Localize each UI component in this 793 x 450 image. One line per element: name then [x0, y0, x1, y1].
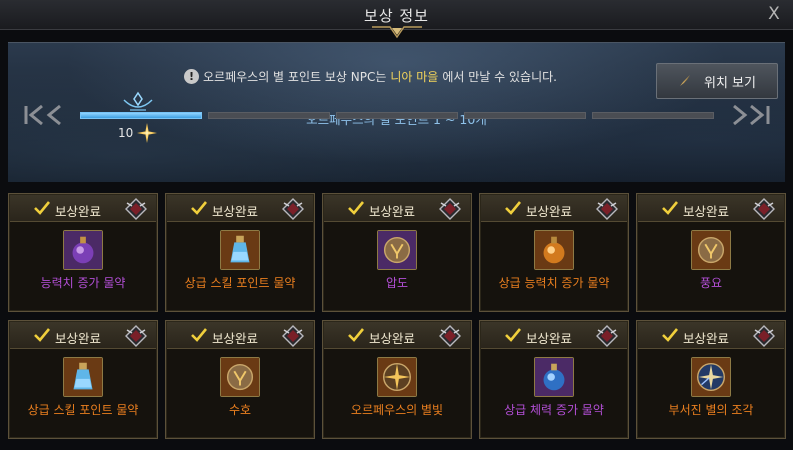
reward-card-header: 보상완료 — [481, 195, 627, 222]
rank-emblem-icon — [753, 198, 775, 220]
check-icon — [191, 328, 207, 342]
reward-card[interactable]: 보상완료 풍요 — [636, 193, 786, 312]
blue-potion-icon — [534, 357, 574, 397]
reward-card-header: 보상완료 — [167, 322, 313, 349]
blue-flask-icon — [220, 230, 260, 270]
reward-card[interactable]: 보상완료 압도 — [322, 193, 472, 312]
reward-card-header: 보상완료 — [638, 322, 784, 349]
reward-card-header: 보상완료 — [638, 195, 784, 222]
notice-text-suffix: 에서 만날 수 있습니다. — [442, 69, 557, 84]
progress-count: 10 — [118, 123, 158, 143]
reward-item-name: 압도 — [385, 276, 409, 290]
check-icon — [34, 328, 50, 342]
reward-item-name: 상급 체력 증가 물약 — [504, 403, 604, 417]
progress-segment — [208, 112, 330, 119]
reward-item-name: 능력치 증가 물약 — [40, 276, 126, 290]
progress-segment — [592, 112, 714, 119]
reward-card[interactable]: 보상완료 상급 스킬 포인트 물약 — [165, 193, 315, 312]
reward-card[interactable]: 보상완료 능력치 증가 물약 — [8, 193, 158, 312]
check-icon — [505, 201, 521, 215]
reward-status: 보상완료 — [683, 204, 730, 219]
reward-card[interactable]: 보상완료 오르페우스의 별빛 — [322, 320, 472, 439]
reward-card[interactable]: 보상완료 상급 스킬 포인트 물약 — [8, 320, 158, 439]
check-icon — [191, 201, 207, 215]
reward-status: 보상완료 — [212, 331, 259, 346]
broken-star-icon — [691, 357, 731, 397]
reward-status: 보상완료 — [369, 331, 416, 346]
check-icon — [34, 201, 50, 215]
reward-status: 보상완료 — [212, 204, 259, 219]
reward-card[interactable]: 보상완료 부서진 별의 조각 — [636, 320, 786, 439]
reward-status: 보상완료 — [526, 204, 573, 219]
blue-flask-icon — [63, 357, 103, 397]
info-icon: ! — [184, 68, 199, 84]
reward-card[interactable]: 보상완료 상급 능력치 증가 물약 — [479, 193, 629, 312]
rank-emblem-icon — [439, 198, 461, 220]
notice-text-prefix: 오르페우스의 별 포인트 보상 NPC는 — [203, 69, 387, 84]
rank-emblem-icon — [596, 325, 618, 347]
notice-location-highlight: 니아 마을 — [390, 69, 439, 84]
check-icon — [348, 328, 364, 342]
compass-icon — [680, 75, 690, 86]
rank-emblem-icon — [125, 325, 147, 347]
reward-card-header: 보상완료 — [481, 322, 627, 349]
rank-emblem-icon — [439, 325, 461, 347]
view-location-button[interactable]: 위치 보기 — [656, 63, 778, 99]
rank-emblem-icon — [753, 325, 775, 347]
reward-item-name: 상급 스킬 포인트 물약 — [184, 276, 296, 290]
first-page-icon[interactable] — [22, 100, 68, 130]
reward-status: 보상완료 — [55, 204, 102, 219]
last-page-icon[interactable] — [726, 100, 772, 130]
reward-status: 보상완료 — [683, 331, 730, 346]
star-emblem-icon — [377, 357, 417, 397]
reward-card[interactable]: 보상완료 상급 체력 증가 물약 — [479, 320, 629, 439]
reward-item-name: 수호 — [228, 403, 252, 417]
rank-emblem-icon — [125, 198, 147, 220]
reward-item-name: 풍요 — [699, 276, 723, 290]
close-button[interactable]: X — [765, 4, 783, 24]
rune-icon — [220, 357, 260, 397]
window-title: 보상 정보 — [364, 7, 429, 25]
reward-item-name: 상급 스킬 포인트 물약 — [27, 403, 139, 417]
npc-notice: ! 오르페우스의 별 포인트 보상 NPC는 니아 마을 에서 만날 수 있습니다… — [184, 67, 557, 85]
reward-card-header: 보상완료 — [324, 322, 470, 349]
progress-segment — [464, 112, 586, 119]
reward-item-name: 오르페우스의 별빛 — [350, 403, 444, 417]
rank-emblem-icon — [596, 198, 618, 220]
star-point-icon — [137, 123, 158, 143]
view-location-label: 위치 보기 — [704, 75, 756, 91]
rank-emblem-icon — [282, 198, 304, 220]
reward-card-header: 보상완료 — [167, 195, 313, 222]
check-icon — [662, 201, 678, 215]
reward-card[interactable]: 보상완료 수호 — [165, 320, 315, 439]
progress-count-value: 10 — [118, 126, 134, 140]
rune-icon — [377, 230, 417, 270]
reward-card-header: 보상완료 — [10, 195, 156, 222]
reward-status: 보상완료 — [55, 331, 102, 346]
reward-item-name: 부서진 별의 조각 — [668, 403, 754, 417]
check-icon — [662, 328, 678, 342]
check-icon — [348, 201, 364, 215]
reward-card-header: 보상완료 — [324, 195, 470, 222]
rune-icon — [691, 230, 731, 270]
progress-segment — [336, 112, 458, 119]
reward-item-name: 상급 능력치 증가 물약 — [498, 276, 610, 290]
purple-potion-icon — [63, 230, 103, 270]
progress-marker-icon — [123, 91, 153, 111]
reward-status: 보상완료 — [526, 331, 573, 346]
reward-status: 보상완료 — [369, 204, 416, 219]
orange-potion-icon — [534, 230, 574, 270]
rank-emblem-icon — [282, 325, 304, 347]
check-icon — [505, 328, 521, 342]
reward-card-header: 보상완료 — [10, 322, 156, 349]
title-ornament-icon — [372, 26, 422, 39]
